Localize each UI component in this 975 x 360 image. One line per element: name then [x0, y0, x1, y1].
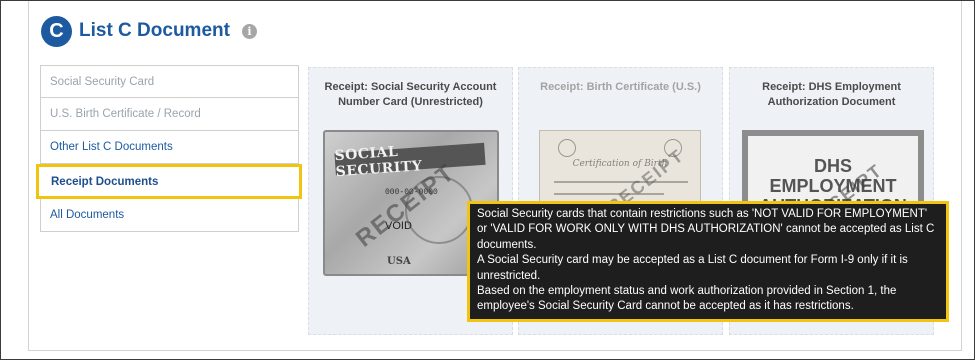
tooltip-paragraph: Based on the employment status and work … [477, 285, 897, 313]
dhs-line-1: DHS [813, 156, 852, 176]
sidebar-item-birth-certificate[interactable]: U.S. Birth Certificate / Record [40, 98, 299, 131]
card-title: Receipt: DHS Employment Authorization Do… [762, 81, 901, 108]
list-c-badge: C [41, 15, 72, 47]
card-title: Receipt: Birth Certificate (U.S.) [540, 81, 701, 93]
sidebar-item-social-security-card[interactable]: Social Security Card [40, 65, 299, 98]
document-category-list: Social Security Card U.S. Birth Certific… [36, 65, 302, 232]
card-title: Receipt: Social Security Account Number … [324, 81, 497, 108]
sidebar-item-other-list-c[interactable]: Other List C Documents [40, 131, 299, 164]
card-banner: SOCIAL SECURITY [334, 142, 486, 180]
page-title: List C Document [79, 20, 230, 41]
tooltip-paragraph: Social Security cards that contain restr… [477, 208, 935, 251]
screenshot-frame: C List C Document i Social Security Card… [0, 0, 975, 360]
text-line [554, 181, 688, 183]
info-icon[interactable]: i [241, 23, 257, 39]
seal-icon [558, 139, 576, 157]
restriction-tooltip: Social Security cards that contain restr… [467, 201, 949, 322]
section-header: C List C Document i [41, 15, 257, 47]
sidebar-item-receipt-documents[interactable]: Receipt Documents [36, 164, 302, 199]
tooltip-paragraph: A Social Security card may be accepted a… [477, 254, 908, 282]
card-footer: USA [387, 256, 411, 267]
sidebar-item-all-documents[interactable]: All Documents [40, 199, 299, 232]
